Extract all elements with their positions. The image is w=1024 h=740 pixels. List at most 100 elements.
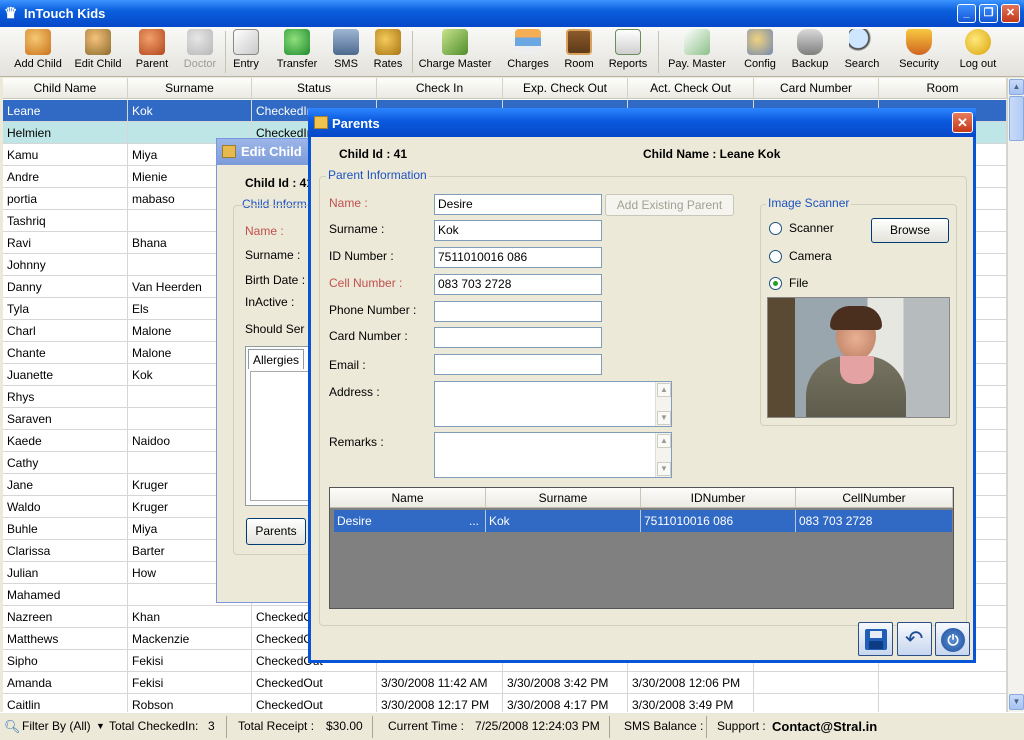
add-child-icon (25, 29, 51, 55)
table-cell: Tashriq (3, 210, 128, 232)
address-field[interactable]: ▲ ▼ (434, 381, 672, 427)
backup-button[interactable]: Backup (788, 29, 832, 75)
table-row[interactable]: Desire ... Kok 7511010016 086 083 703 27… (334, 510, 952, 532)
parent-photo (767, 297, 950, 418)
logout-button[interactable]: Log out (954, 29, 1002, 75)
add-child-button[interactable]: Add Child (8, 29, 68, 75)
table-cell: Caitlin (3, 694, 128, 712)
column-header[interactable]: IDNumber (641, 488, 796, 508)
parents-dialog-title-bar: Parents ✕ (308, 108, 976, 137)
table-cell: Julian (3, 562, 128, 584)
table-cell: Johnny (3, 254, 128, 276)
column-header[interactable]: Check In (377, 78, 503, 99)
cell-number-field[interactable]: 083 703 2728 (434, 274, 602, 295)
phone-number-label: Phone Number : (329, 303, 417, 317)
room-button[interactable]: Room (561, 29, 597, 75)
dialog-close-button[interactable]: ✕ (952, 112, 973, 133)
parents-button[interactable]: Parents (246, 518, 306, 545)
parent-icon (139, 29, 165, 55)
table-cell: Andre (3, 166, 128, 188)
table-cell: Juanette (3, 364, 128, 386)
scanner-radio[interactable] (769, 222, 782, 235)
table-cell: Waldo (3, 496, 128, 518)
email-field[interactable] (434, 354, 602, 375)
tab-allergies[interactable]: Allergies (248, 349, 304, 369)
file-option-label: File (789, 276, 809, 290)
scroll-up-icon[interactable]: ▲ (1009, 79, 1024, 95)
sms-button[interactable]: SMS (328, 29, 364, 75)
edit-child-button[interactable]: Edit Child (72, 29, 124, 75)
support-email[interactable]: Contact@Stral.in (772, 719, 877, 734)
table-cell: Helmien (3, 122, 128, 144)
doctor-button[interactable]: Doctor (180, 29, 220, 75)
parent-button[interactable]: Parent (132, 29, 172, 75)
surname-field[interactable]: Kok (434, 220, 602, 241)
transfer-icon (284, 29, 310, 55)
table-cell: Tyla (3, 298, 128, 320)
image-scanner-section: Image Scanner (766, 196, 852, 210)
id-number-field[interactable]: 7511010016 086 (434, 247, 602, 268)
table-row[interactable]: Amanda Fekisi CheckedOut 3/30/2008 11:42 AM… (3, 672, 1007, 694)
table-cell: Nazreen (3, 606, 128, 628)
window-title-bar: ♛ InTouch Kids _ ❐ ✕ (0, 0, 1024, 27)
entry-button[interactable]: Entry (228, 29, 264, 75)
doctor-icon (187, 29, 213, 55)
pay-master-button[interactable]: Pay. Master (662, 29, 732, 75)
table-row[interactable]: Caitlin Robson CheckedOut 3/30/2008 12:17 P… (3, 694, 1007, 712)
close-button[interactable]: ✕ (1001, 4, 1020, 23)
transfer-button[interactable]: Transfer (273, 29, 321, 75)
column-header[interactable]: Room (879, 78, 1007, 99)
table-cell: CheckedOut (252, 694, 377, 712)
filter-dropdown-icon[interactable]: ▼ (96, 721, 105, 731)
maximize-button[interactable]: ❐ (979, 4, 998, 23)
column-header[interactable]: Child Name (3, 78, 128, 99)
table-cell: Rhys (3, 386, 128, 408)
column-header[interactable]: Name (330, 488, 486, 508)
column-header[interactable]: Card Number (754, 78, 879, 99)
column-header[interactable]: Act. Check Out (628, 78, 754, 99)
parent-info-section: Parent Information (326, 168, 429, 182)
table-cell (879, 694, 1007, 712)
scroll-down-icon[interactable]: ▼ (1009, 694, 1024, 710)
column-header[interactable]: Surname (128, 78, 252, 99)
charges-button[interactable]: Charges (504, 29, 552, 75)
child-name-label: Child Name : Leane Kok (643, 147, 781, 161)
camera-radio[interactable] (769, 250, 782, 263)
scanner-option-label: Scanner (789, 221, 834, 235)
card-number-field[interactable] (434, 327, 602, 348)
power-button[interactable]: ⏻ (935, 622, 970, 656)
add-existing-parent-button[interactable]: Add Existing Parent (605, 194, 734, 216)
column-header[interactable]: Surname (486, 488, 641, 508)
reports-button[interactable]: Reports (605, 29, 651, 75)
phone-number-field[interactable] (434, 301, 602, 322)
window-icon (314, 116, 328, 129)
file-radio[interactable] (769, 277, 782, 290)
address-scrollbar[interactable]: ▲ ▼ (655, 382, 671, 426)
remarks-label: Remarks : (329, 435, 384, 449)
remarks-scrollbar[interactable]: ▲ ▼ (655, 433, 671, 477)
search-icon: 🔍︎ (4, 719, 21, 734)
table-cell: Mackenzie (128, 628, 252, 650)
table-cell: portia (3, 188, 128, 210)
filter-label[interactable]: Filter By (All) (22, 719, 91, 733)
config-button[interactable]: Config (740, 29, 780, 75)
room-icon (566, 29, 592, 55)
entry-icon (233, 29, 259, 55)
charge-master-button[interactable]: Charge Master (416, 29, 494, 75)
edit-child-icon (85, 29, 111, 55)
scroll-thumb[interactable] (1009, 96, 1024, 141)
remarks-field[interactable]: ▲ ▼ (434, 432, 672, 478)
vertical-scrollbar[interactable]: ▲ ▼ (1007, 78, 1024, 712)
name-field[interactable]: Desire (434, 194, 602, 215)
search-button[interactable]: Search (842, 29, 882, 75)
security-button[interactable]: Security (895, 29, 943, 75)
column-header[interactable]: Exp. Check Out (503, 78, 628, 99)
browse-button[interactable]: Browse (871, 218, 949, 243)
undo-button[interactable]: ↶ (897, 622, 932, 656)
column-header[interactable]: Status (252, 78, 377, 99)
column-header[interactable]: CellNumber (796, 488, 953, 508)
table-cell: Clarissa (3, 540, 128, 562)
minimize-button[interactable]: _ (957, 4, 976, 23)
save-button[interactable] (858, 622, 893, 656)
rates-button[interactable]: Rates (370, 29, 406, 75)
